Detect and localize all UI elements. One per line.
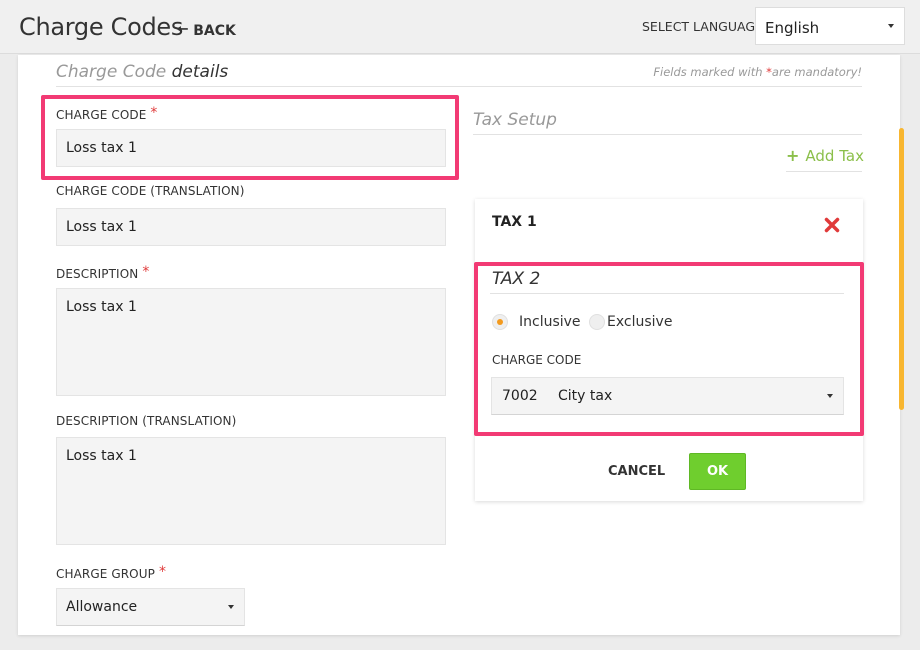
charge-group-label: CHARGE GROUP * [56,564,166,581]
language-value: English [765,19,820,37]
required-star: * [142,264,150,280]
charge-code-label: CHARGE CODE * [56,105,158,122]
arrow-left-icon: 🠔 [176,22,189,38]
description-label-text: DESCRIPTION [56,267,139,281]
back-button[interactable]: 🠔 BACK [176,19,236,43]
mandatory-note-before: Fields marked with [653,65,763,79]
mandatory-note: Fields marked with *are mandatory! [653,65,862,79]
caret-down-icon [827,394,833,398]
tax-charge-code-name: City tax [558,388,613,404]
required-star: * [158,564,167,580]
mandatory-note-after: are mandatory! [771,65,862,79]
tax-charge-code-select[interactable]: 7002 City tax [491,377,844,415]
description-translation-textarea[interactable]: Loss tax 1 [56,437,446,545]
add-tax-label: Add Tax [805,146,864,165]
divider [786,171,862,172]
description-textarea[interactable]: Loss tax 1 [56,288,446,396]
scrollbar[interactable] [899,128,904,410]
divider [490,293,844,294]
charge-code-translation-input[interactable]: Loss tax 1 [56,208,446,246]
exclusive-radio[interactable] [589,314,605,330]
ok-button[interactable]: OK [689,453,746,490]
inclusive-radio[interactable] [492,314,508,330]
charge-group-label-text: CHARGE GROUP [56,567,155,581]
charge-group-value: Allowance [66,599,138,615]
section-title-part1: Charge Code [56,62,167,82]
caret-down-icon [228,605,234,609]
cancel-button[interactable]: CANCEL [598,462,675,481]
charge-code-translation-value: Loss tax 1 [66,219,137,235]
charge-code-input[interactable]: Loss tax 1 [56,129,446,167]
divider [473,134,862,135]
back-label: BACK [193,23,236,39]
section-title-part2: details [171,62,229,82]
language-label: SELECT LANGUAGE [642,19,763,34]
description-value: Loss tax 1 [66,299,137,315]
remove-x-icon[interactable] [824,217,840,233]
description-translation-value: Loss tax 1 [66,448,137,464]
language-select[interactable]: English [755,7,905,45]
description-label: DESCRIPTION * [56,264,149,281]
tax-setup-title: Tax Setup [473,110,557,130]
section-title: Charge Code details [56,62,228,82]
page-title: Charge Codes [19,13,184,41]
tax-charge-code-label: CHARGE CODE [492,353,582,367]
add-tax-button[interactable]: + Add Tax [786,146,864,165]
tax-panel [475,199,863,501]
tax2-label: TAX 2 [492,269,541,289]
charge-code-label-text: CHARGE CODE [56,108,147,122]
divider [56,86,862,87]
exclusive-label[interactable]: Exclusive [607,314,672,330]
plus-icon: + [786,146,800,165]
inclusive-label[interactable]: Inclusive [519,314,581,330]
description-translation-label: DESCRIPTION (TRANSLATION) [56,414,237,428]
charge-code-translation-label: CHARGE CODE (TRANSLATION) [56,184,245,198]
required-star: * [150,105,158,121]
tax1-label: TAX 1 [492,214,537,230]
caret-down-icon [888,24,894,28]
charge-group-select[interactable]: Allowance [56,588,245,626]
charge-code-value: Loss tax 1 [66,140,137,156]
tax-charge-code-number: 7002 [502,388,538,404]
